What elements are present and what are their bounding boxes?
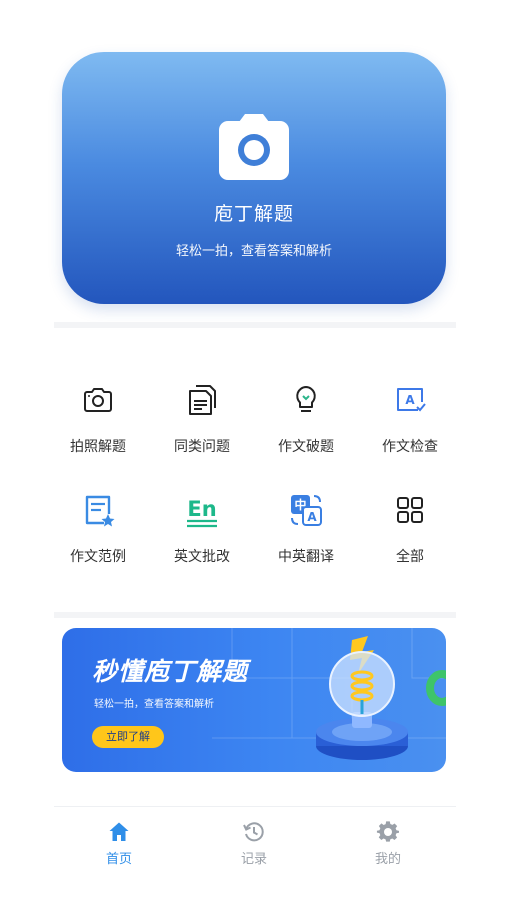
- nav-profile[interactable]: 我的: [348, 820, 428, 867]
- banner-title: 秒懂庖丁解题: [92, 657, 249, 686]
- promo-banner[interactable]: 秒懂庖丁解题 轻松一拍，查看答案和解析 立即了解: [62, 628, 446, 772]
- nav-label: 我的: [374, 852, 401, 867]
- svg-text:En: En: [187, 497, 216, 521]
- home-icon: [109, 822, 129, 841]
- home-page: 庖丁解题 轻松一拍，查看答案和解析 拍照解题 同类问题 作文破题 A 作文检查 …: [0, 0, 507, 900]
- tool-all[interactable]: 全部: [358, 490, 462, 566]
- tool-essay-idea[interactable]: 作文破题: [254, 380, 358, 456]
- tool-similar-questions[interactable]: 同类问题: [150, 380, 254, 456]
- learn-more-button[interactable]: 立即了解: [92, 726, 164, 748]
- lightbulb-illustration-icon: [316, 636, 446, 760]
- nav-home[interactable]: 首页: [79, 820, 159, 867]
- translate-icon: 中 A: [291, 495, 322, 526]
- nav-divider: [54, 806, 456, 807]
- svg-text:A: A: [405, 393, 415, 407]
- camera-icon: [219, 114, 289, 180]
- lightbulb-icon: [296, 386, 316, 412]
- tool-label: 作文破题: [278, 439, 334, 455]
- tool-label: 全部: [396, 549, 424, 565]
- tool-english-correction[interactable]: En 英文批改: [150, 490, 254, 566]
- tool-label: 作文范例: [70, 549, 126, 565]
- tool-translate[interactable]: 中 A 中英翻译: [254, 490, 358, 566]
- bottom-navigation: 首页 记录 我的: [0, 806, 507, 900]
- essay-example-icon: [85, 495, 115, 527]
- svg-text:A: A: [307, 510, 317, 524]
- documents-icon: [189, 385, 216, 415]
- tool-label: 作文检查: [382, 439, 438, 455]
- hero-title: 庖丁解题: [213, 203, 294, 225]
- banner-subtitle: 轻松一拍，查看答案和解析: [94, 699, 214, 710]
- nav-label: 首页: [105, 852, 132, 867]
- camera-outline-icon: [84, 388, 112, 412]
- tool-essay-check[interactable]: A 作文检查: [358, 380, 462, 456]
- english-en-icon: En: [187, 497, 217, 528]
- tool-label: 拍照解题: [70, 439, 126, 455]
- tool-label: 英文批改: [174, 549, 230, 565]
- nav-history[interactable]: 记录: [214, 820, 294, 867]
- section-divider: [54, 322, 456, 328]
- tool-label: 中英翻译: [278, 549, 334, 565]
- grid-icon: [397, 497, 423, 523]
- tool-photo-solve[interactable]: 拍照解题: [46, 380, 150, 456]
- essay-check-icon: A: [397, 388, 426, 412]
- section-divider: [54, 612, 456, 618]
- tool-label: 同类问题: [174, 439, 230, 455]
- history-icon: [243, 822, 264, 842]
- gear-icon: [376, 821, 399, 842]
- tool-essay-examples[interactable]: 作文范例: [46, 490, 150, 566]
- hero-subtitle: 轻松一拍，查看答案和解析: [175, 244, 332, 259]
- photo-solve-card[interactable]: 庖丁解题 轻松一拍，查看答案和解析: [62, 52, 446, 304]
- nav-label: 记录: [240, 852, 267, 867]
